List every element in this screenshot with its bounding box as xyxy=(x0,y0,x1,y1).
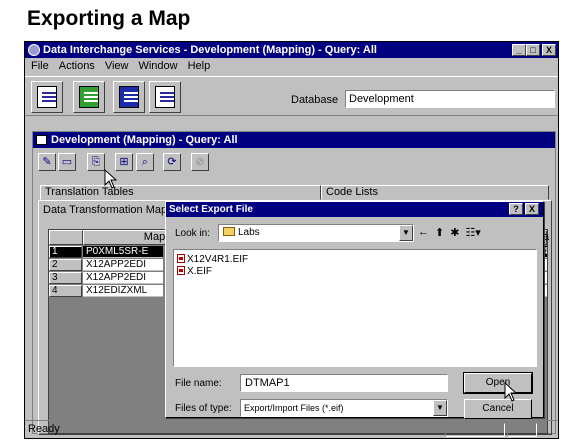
child-titlebar: Development (Mapping) - Query: All xyxy=(33,132,555,148)
app-title: Data Interchange Services - Development … xyxy=(43,44,377,56)
table-row-name[interactable]: X12APP2EDI xyxy=(83,259,163,271)
database-label: Database xyxy=(291,94,339,106)
list-item[interactable]: X.EIF xyxy=(177,266,212,277)
database-field[interactable]: Development xyxy=(345,90,555,108)
table-row-name[interactable]: X12APP2EDI xyxy=(83,272,163,284)
child-title: Development (Mapping) - Query: All xyxy=(51,134,238,146)
look-in-dropdown[interactable]: Labs ▼ xyxy=(218,224,414,242)
open-folder-icon[interactable]: ▭ xyxy=(58,153,76,171)
export-icon[interactable]: ⎘ xyxy=(87,153,105,171)
dialog-title: Select Export File xyxy=(169,204,253,215)
row-number[interactable]: 1 xyxy=(49,246,82,258)
main-toolbar: Database Development xyxy=(25,76,558,116)
disabled-icon[interactable]: ⊘ xyxy=(191,153,209,171)
slide-title: Exporting a Map xyxy=(27,7,191,30)
file-name-label: File name: xyxy=(175,378,222,389)
grid-icon xyxy=(36,135,47,145)
mouse-pointer-icon xyxy=(104,169,118,189)
chevron-down-icon[interactable]: ▼ xyxy=(399,225,413,241)
chevron-down-icon[interactable]: ▼ xyxy=(433,400,447,416)
query-button[interactable] xyxy=(31,81,63,113)
open-button[interactable]: Open xyxy=(463,372,533,394)
file-list: X12V4R1.EIF X.EIF xyxy=(173,249,537,367)
mouse-pointer-icon xyxy=(504,382,518,402)
row-number[interactable]: 2 xyxy=(49,259,82,271)
back-icon[interactable]: ← xyxy=(418,226,429,239)
dialog-nav-toolbar: ← ⬆ ✱ ☷▾ xyxy=(418,226,481,239)
file-icon xyxy=(177,254,185,263)
menu-file[interactable]: File xyxy=(31,59,49,74)
file-type-dropdown[interactable]: Export/Import Files (*.eif) ▼ xyxy=(240,399,448,417)
mapping-icon xyxy=(79,86,99,108)
file-name-field[interactable]: DTMAP1 xyxy=(240,374,448,392)
panel-label: Data Transformation Map xyxy=(43,204,168,216)
tab-code-lists[interactable]: Code Lists xyxy=(321,185,549,200)
refresh-icon[interactable]: ⟳ xyxy=(163,153,181,171)
slide: Exporting a Map Data Interchange Service… xyxy=(0,0,579,446)
row-number[interactable]: 3 xyxy=(49,272,82,284)
close-button[interactable]: X xyxy=(542,44,556,56)
look-in-label: Look in: xyxy=(175,228,211,239)
app-icon xyxy=(28,44,40,56)
query-icon xyxy=(37,86,57,108)
table-row-name[interactable]: P0XML5SR-E xyxy=(83,246,163,258)
look-in-value: Labs xyxy=(238,227,260,238)
find-icon[interactable]: ⌕ xyxy=(136,153,154,171)
cancel-button[interactable]: Cancel xyxy=(464,399,532,419)
menu-view[interactable]: View xyxy=(105,59,129,74)
menu-actions[interactable]: Actions xyxy=(59,59,95,74)
status-text: Ready xyxy=(28,423,60,435)
new-icon[interactable]: ✎ xyxy=(38,153,56,171)
help-button[interactable]: ? xyxy=(509,203,523,215)
select-export-file-dialog: Select Export File ? X Look in: Labs ▼ ←… xyxy=(165,201,544,419)
file-type-value: Export/Import Files (*.eif) xyxy=(244,403,344,413)
maximize-button[interactable]: □ xyxy=(526,44,540,56)
file-type-label: Files of type: xyxy=(175,403,232,414)
file-icon xyxy=(177,266,185,275)
tab-translation-tables[interactable]: Translation Tables xyxy=(40,185,321,200)
document-button[interactable] xyxy=(149,81,181,113)
view-menu-icon[interactable]: ☷▾ xyxy=(465,226,480,239)
menu-help[interactable]: Help xyxy=(188,59,211,74)
minimize-button[interactable]: _ xyxy=(512,44,526,56)
new-folder-icon[interactable]: ✱ xyxy=(450,226,459,239)
list-item[interactable]: X12V4R1.EIF xyxy=(177,254,248,265)
document-icon xyxy=(155,86,175,108)
status-bar: Ready xyxy=(25,420,558,438)
menu-window[interactable]: Window xyxy=(138,59,177,74)
folder-icon xyxy=(223,227,235,236)
table-row-name[interactable]: X12EDIZXML xyxy=(83,285,163,297)
mapping-button[interactable] xyxy=(73,81,105,113)
dialog-close-button[interactable]: X xyxy=(525,203,539,215)
menu-bar: File Actions View Window Help xyxy=(25,59,558,74)
edi-button[interactable] xyxy=(113,81,145,113)
row-number[interactable]: 4 xyxy=(49,285,82,297)
up-folder-icon[interactable]: ⬆ xyxy=(435,226,444,239)
edi-icon xyxy=(119,86,139,108)
dialog-titlebar: Select Export File ? X xyxy=(166,202,543,217)
app-titlebar: Data Interchange Services - Development … xyxy=(25,42,558,58)
